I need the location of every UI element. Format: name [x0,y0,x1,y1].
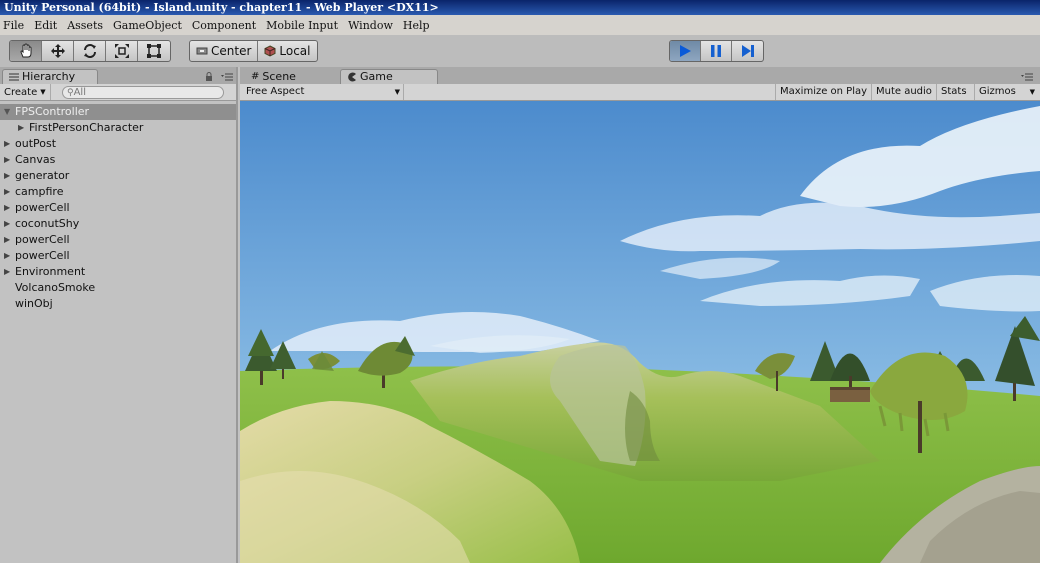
gizmos-label: Gizmos [979,86,1016,97]
collapse-arrow-icon[interactable]: ▶ [4,200,10,216]
collapse-arrow-icon[interactable]: ▶ [4,136,10,152]
collapse-arrow-icon[interactable]: ▶ [4,232,10,248]
tree-item-environment[interactable]: ▶ Environment [0,264,236,280]
tree-item-generator[interactable]: ▶ generator [0,168,236,184]
game-tab-label: Game [360,70,393,83]
center-label: Center [211,44,252,58]
stats-toggle[interactable]: Stats [936,84,971,100]
hand-tool-button[interactable] [10,41,42,61]
center-pivot-button[interactable]: Center [190,41,259,61]
scale-icon [114,44,129,58]
search-icon: ⚲ [67,88,74,98]
menu-edit[interactable]: Edit [34,19,57,32]
game-viewport[interactable] [240,101,1040,563]
game-view-toolbar: Free Aspect ▼ Maximize on Play Mute audi… [240,84,1040,101]
step-icon [741,45,754,57]
tree-item-coconutshy[interactable]: ▶ coconutShy [0,216,236,232]
collapse-arrow-icon[interactable]: ▶ [4,184,10,200]
hierarchy-toolbar: Create ▼ ⚲All [0,84,236,101]
transform-tools [9,40,171,62]
tree-item-volcanosmoke[interactable]: VolcanoSmoke [0,280,236,296]
game-panel: # Scene Game Free Aspect ▼ Maximize on P… [240,67,1040,563]
scene-tab-label: Scene [262,70,296,83]
window-title: Unity Personal (64bit) - Island.unity - … [0,0,1040,15]
panel-menu-icon[interactable] [1021,73,1033,81]
tree-item-campfire[interactable]: ▶ campfire [0,184,236,200]
tree-item-fpscontroller[interactable]: ▼ FPSController [0,104,236,120]
step-button[interactable] [732,41,763,61]
game-scene-render [240,101,1040,563]
chevron-down-icon: ▼ [394,88,400,96]
tree-item-powercell[interactable]: ▶ powerCell [0,248,236,264]
local-cube-icon [264,45,276,57]
menu-file[interactable]: File [3,19,24,32]
collapse-arrow-icon[interactable]: ▶ [18,120,24,136]
hierarchy-tree: ▼ FPSController ▶ FirstPersonCharacter ▶… [0,101,236,312]
tab-scene[interactable]: # Scene [244,69,336,84]
tree-item-powercell[interactable]: ▶ powerCell [0,200,236,216]
menu-window[interactable]: Window [348,19,393,32]
gizmos-dropdown[interactable]: Gizmos ▼ [974,84,1038,100]
collapse-arrow-icon[interactable]: ▶ [4,216,10,232]
lock-icon[interactable] [205,72,213,81]
main-toolbar: Center Local [0,35,1040,67]
local-label: Local [279,44,311,58]
playback-controls [669,40,764,62]
play-icon [680,45,691,57]
chevron-down-icon: ▼ [40,88,46,96]
pivot-toggles: Center Local [189,40,318,62]
aspect-label: Free Aspect [246,86,305,97]
menu-bar: File Edit Assets GameObject Component Mo… [0,15,1040,35]
tree-item-outpost[interactable]: ▶ outPost [0,136,236,152]
hand-icon [19,43,31,58]
grid-icon: # [251,71,260,82]
chevron-down-icon: ▼ [1029,88,1035,96]
rotate-tool-button[interactable] [74,41,106,61]
search-placeholder: All [73,87,86,98]
maximize-on-play-toggle[interactable]: Maximize on Play [775,84,871,100]
collapse-arrow-icon[interactable]: ▶ [4,264,10,280]
collapse-arrow-icon[interactable]: ▶ [4,168,10,184]
create-label: Create [4,86,38,98]
hierarchy-tab-row: Hierarchy [0,67,236,84]
pacman-icon [348,72,356,82]
move-tool-button[interactable] [42,41,74,61]
collapse-arrow-icon[interactable]: ▶ [4,248,10,264]
menu-mobile-input[interactable]: Mobile Input [266,19,338,32]
tree-item-canvas[interactable]: ▶ Canvas [0,152,236,168]
menu-gameobject[interactable]: GameObject [113,19,182,32]
tree-item-winobj[interactable]: winObj [0,296,236,312]
scale-tool-button[interactable] [106,41,138,61]
menu-assets[interactable]: Assets [67,19,103,32]
hierarchy-search-input[interactable]: ⚲All [62,86,224,99]
panel-menu-icon[interactable] [221,73,233,81]
rect-tool-button[interactable] [138,41,170,61]
rotate-icon [83,44,96,58]
rect-icon [147,44,161,58]
tree-item-firstpersoncharacter[interactable]: ▶ FirstPersonCharacter [0,120,236,136]
pause-button[interactable] [701,41,732,61]
create-dropdown[interactable]: Create ▼ [0,84,51,100]
aspect-dropdown[interactable]: Free Aspect ▼ [246,84,404,100]
play-button[interactable] [670,41,701,61]
hierarchy-tab-label: Hierarchy [22,70,76,83]
hierarchy-panel: Hierarchy Create ▼ ⚲All ▼ FPSController … [0,67,238,563]
center-pivot-icon [196,47,208,55]
tree-item-powercell[interactable]: ▶ powerCell [0,232,236,248]
local-handle-button[interactable]: Local [258,41,316,61]
collapse-arrow-icon[interactable]: ▶ [4,152,10,168]
move-icon [50,44,65,58]
tab-game[interactable]: Game [340,69,438,84]
menu-component[interactable]: Component [192,19,256,32]
list-icon [9,73,19,81]
tab-hierarchy[interactable]: Hierarchy [2,69,98,84]
menu-help[interactable]: Help [403,19,430,32]
pause-icon [711,45,721,57]
expand-arrow-icon[interactable]: ▼ [4,104,10,120]
mute-audio-toggle[interactable]: Mute audio [871,84,936,100]
game-tab-row: # Scene Game [240,67,1040,84]
